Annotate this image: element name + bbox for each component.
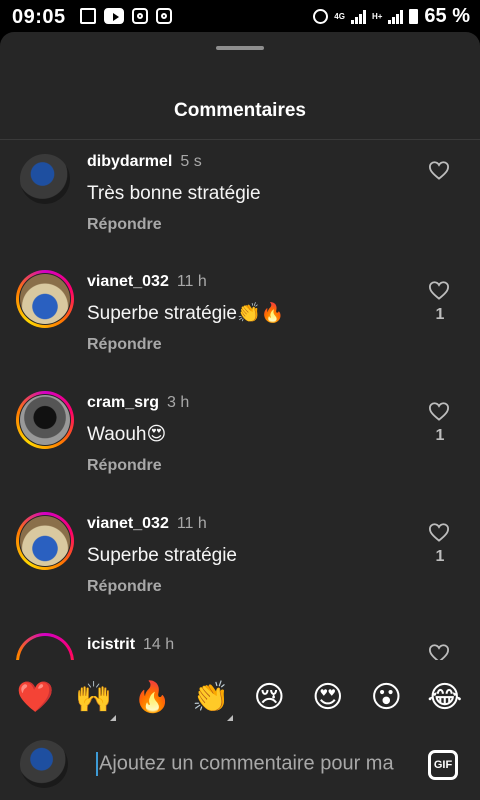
signal-icon bbox=[350, 9, 366, 24]
status-system-icons: 4G H+ 65 % bbox=[313, 5, 470, 28]
avatar[interactable] bbox=[16, 633, 74, 660]
emoji-laughing-button[interactable]: 😂 bbox=[423, 681, 467, 715]
signal-icon bbox=[388, 9, 404, 24]
comment-composer: Ajoutez un commentaire pour ma GIF bbox=[0, 730, 480, 800]
comment-username[interactable]: vianet_032 bbox=[87, 273, 169, 290]
reply-button[interactable]: Répondre bbox=[87, 578, 407, 596]
text-caret bbox=[96, 752, 98, 776]
avatar[interactable] bbox=[16, 270, 74, 328]
heart-icon bbox=[428, 281, 450, 300]
emoji-clap-glyph: 👏 bbox=[192, 680, 230, 715]
status-notification-icons bbox=[80, 8, 172, 24]
heart-icon bbox=[428, 523, 450, 542]
comment-item: dibydarmel 5 s Très bonne stratégie Répon… bbox=[0, 142, 480, 262]
photo-icon bbox=[80, 8, 96, 24]
comment-text: Superbe stratégie👏🔥 bbox=[87, 303, 285, 324]
comment-time: 14 h bbox=[143, 636, 175, 653]
comment-username[interactable]: icistrit bbox=[87, 636, 135, 653]
comment-username[interactable]: vianet_032 bbox=[87, 515, 169, 532]
comment-text: Waouh😍 bbox=[87, 424, 167, 445]
avatar[interactable] bbox=[16, 391, 74, 449]
heart-icon bbox=[428, 644, 450, 660]
comment-text: Superbe stratégie bbox=[87, 545, 237, 566]
my-avatar bbox=[20, 740, 68, 788]
alarm-icon bbox=[313, 9, 329, 24]
battery-icon bbox=[409, 9, 419, 24]
like-button[interactable]: 1 bbox=[428, 401, 452, 445]
avatar-image bbox=[20, 154, 70, 204]
comment-input-placeholder: Ajoutez un commentaire pour ma bbox=[99, 752, 394, 775]
comments-sheet: Commentaires dibydarmel 5 s Très bonne st… bbox=[0, 32, 480, 800]
comment-username[interactable]: cram_srg bbox=[87, 394, 159, 411]
emoji-crying-button[interactable]: 😢 bbox=[247, 681, 291, 715]
heart-icon bbox=[428, 161, 450, 180]
reply-button[interactable]: Répondre bbox=[87, 457, 407, 475]
emoji-reaction-bar: ❤️ 🙌 🔥 👏 😢 😍 😮 😂 bbox=[0, 670, 480, 726]
comment-time: 11 h bbox=[176, 273, 207, 290]
emoji-surprised-button[interactable]: 😮 bbox=[364, 681, 408, 715]
status-bar: 09:05 4G H+ 65 % bbox=[0, 0, 480, 32]
emoji-clap-button[interactable]: 👏 bbox=[189, 680, 233, 721]
comment-item: icistrit 14 h bbox=[0, 625, 480, 660]
like-button[interactable]: 1 bbox=[428, 522, 452, 566]
comment-time: 3 h bbox=[167, 394, 190, 411]
emoji-fire-button[interactable]: 🔥 bbox=[130, 681, 174, 715]
reply-button[interactable]: Répondre bbox=[87, 216, 407, 234]
comment-item: vianet_032 11 h Superbe stratégie👏🔥 Répon… bbox=[0, 262, 480, 382]
instagram-icon bbox=[156, 8, 172, 24]
battery-percent: 65 % bbox=[424, 5, 470, 27]
comment-item: vianet_032 11 h Superbe stratégie Répondr… bbox=[0, 504, 480, 624]
gif-button[interactable]: GIF bbox=[428, 750, 458, 780]
skin-tone-indicator-icon bbox=[226, 715, 233, 721]
avatar-image bbox=[20, 274, 70, 324]
network-4g-label: 4G bbox=[334, 12, 345, 21]
comment-username[interactable]: dibydarmel bbox=[87, 153, 172, 170]
comment-item: cram_srg 3 h Waouh😍 Répondre 1 bbox=[0, 383, 480, 503]
emoji-heart-eyes-button[interactable]: 😍 bbox=[306, 681, 350, 715]
emoji-raised-hands-button[interactable]: 🙌 bbox=[72, 680, 116, 721]
instagram-icon bbox=[132, 8, 148, 24]
comment-text: Très bonne stratégie bbox=[87, 183, 261, 204]
comment-time: 11 h bbox=[176, 515, 207, 532]
like-button[interactable] bbox=[428, 160, 452, 186]
youtube-icon bbox=[104, 8, 124, 24]
reply-button[interactable]: Répondre bbox=[87, 336, 407, 354]
like-button[interactable]: 1 bbox=[428, 280, 452, 324]
comments-list[interactable]: dibydarmel 5 s Très bonne stratégie Répon… bbox=[0, 142, 480, 660]
avatar-image bbox=[20, 516, 70, 566]
like-count: 1 bbox=[435, 548, 445, 565]
drag-handle[interactable] bbox=[216, 46, 264, 50]
avatar[interactable] bbox=[16, 512, 74, 570]
avatar[interactable] bbox=[16, 150, 74, 208]
like-count: 1 bbox=[435, 306, 445, 323]
like-button[interactable] bbox=[428, 643, 452, 660]
emoji-heart-button[interactable]: ❤️ bbox=[13, 681, 57, 715]
avatar-image bbox=[20, 395, 70, 445]
heart-icon bbox=[428, 402, 450, 421]
divider bbox=[0, 139, 480, 140]
comment-time: 5 s bbox=[180, 153, 202, 170]
status-time: 09:05 bbox=[12, 6, 66, 28]
network-h-label: H+ bbox=[371, 12, 383, 21]
sheet-title: Commentaires bbox=[174, 100, 306, 121]
comment-input[interactable]: Ajoutez un commentaire pour ma bbox=[96, 752, 412, 776]
skin-tone-indicator-icon bbox=[109, 715, 116, 721]
like-count: 1 bbox=[435, 427, 445, 444]
emoji-raised-hands-glyph: 🙌 bbox=[75, 680, 113, 715]
